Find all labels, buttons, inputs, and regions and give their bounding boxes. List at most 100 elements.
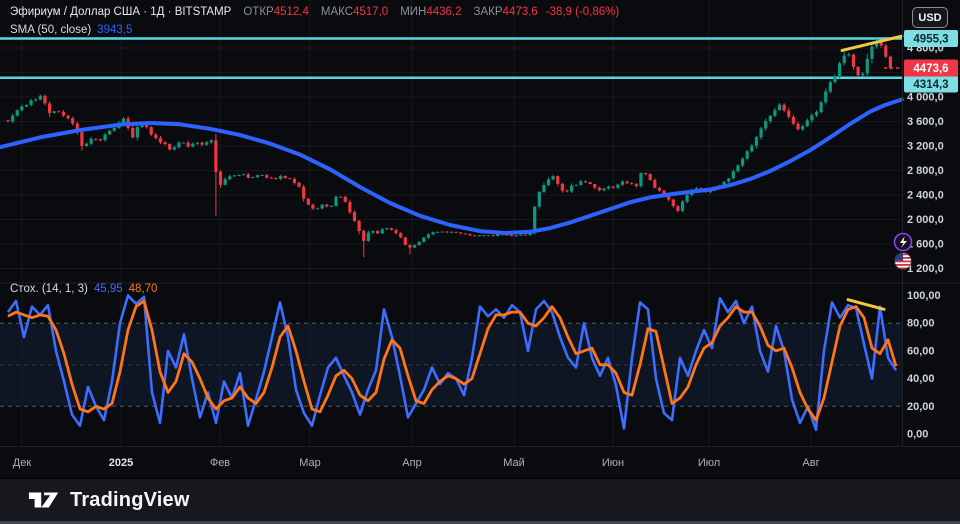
candle-body	[533, 207, 536, 232]
price-tick-label: 4 000,0	[907, 92, 944, 104]
candle-body	[787, 110, 790, 116]
candle-body	[870, 47, 873, 59]
candle-body	[316, 208, 319, 209]
candle-body	[311, 205, 314, 209]
candle-body	[242, 174, 245, 175]
candle-body	[247, 174, 250, 177]
candle-body	[649, 174, 652, 180]
candle-body	[334, 197, 337, 206]
candle-body	[71, 118, 74, 123]
candle-body	[570, 186, 573, 192]
sma-value: 3943,5	[97, 24, 132, 36]
candle-body	[686, 195, 689, 202]
sma-label[interactable]: SMA (50, close)	[10, 24, 91, 36]
stoch-tick-label: 0,00	[907, 429, 928, 441]
candle-body	[224, 179, 227, 185]
time-tick-label: Авг	[802, 457, 819, 469]
candle-body	[261, 175, 264, 176]
candle-body	[783, 105, 786, 111]
candle-body	[478, 235, 481, 236]
time-tick-label: Июн	[602, 457, 624, 469]
candle-body	[445, 232, 448, 233]
candle-body	[847, 55, 850, 56]
current-price-label-text: 4473,6	[913, 63, 948, 75]
stoch-tick-label: 40,00	[907, 373, 935, 385]
candle-body	[325, 205, 328, 207]
candle-body	[358, 221, 361, 231]
price-tick-label: 3 200,0	[907, 141, 944, 153]
candle-body	[348, 202, 351, 212]
candle-body	[131, 128, 134, 137]
currency-usd-button[interactable]: USD	[912, 7, 948, 28]
candle-body	[727, 178, 730, 181]
candle-body	[367, 233, 370, 241]
stoch-tick-label: 20,00	[907, 401, 935, 413]
price-tick-label: 2 000,0	[907, 214, 944, 226]
candle-body	[468, 234, 471, 235]
candle-body	[436, 232, 439, 233]
candle-body	[658, 188, 661, 191]
candle-body	[736, 166, 739, 172]
candle-body	[635, 184, 638, 186]
tradingview-logo[interactable]: TradingView	[28, 488, 190, 512]
candle-body	[598, 188, 601, 191]
candle-body	[297, 183, 300, 187]
candle-body	[459, 232, 462, 233]
candle-body	[792, 117, 795, 124]
candle-body	[838, 63, 841, 76]
candle-body	[210, 140, 213, 142]
candle-body	[57, 111, 60, 112]
candle-body	[455, 232, 458, 233]
candle-body	[616, 185, 619, 188]
candle-body	[43, 96, 46, 104]
candle-body	[519, 235, 522, 236]
chart-canvas[interactable]: 4 800,04 000,03 600,03 200,02 800,02 400…	[0, 0, 960, 524]
stoch-tick-label: 80,00	[907, 318, 935, 330]
stoch-legend: Стох. (14, 1, 3) 45,95 48,70	[10, 283, 157, 295]
stoch-d-value: 48,70	[129, 283, 158, 295]
candle-body	[251, 177, 254, 178]
flag-stripe	[894, 261, 912, 263]
candle-body	[321, 205, 324, 209]
candle-body	[621, 182, 624, 185]
candle-body	[764, 121, 767, 128]
candle-body	[732, 171, 735, 178]
low-label: МИН	[400, 6, 426, 18]
candle-body	[307, 199, 310, 205]
high-label: МАКС	[321, 6, 353, 18]
candle-body	[796, 124, 799, 130]
candle-body	[413, 245, 416, 247]
symbol-title[interactable]: Эфириум / Доллар США · 1Д · BITSTAMP	[10, 6, 231, 18]
price-tick-label: 2 400,0	[907, 190, 944, 202]
high-value: 4517,0	[353, 6, 388, 18]
candle-body	[103, 134, 106, 140]
candle-body	[385, 228, 388, 229]
candle-body	[759, 128, 762, 137]
candle-body	[542, 185, 545, 192]
stoch-k-value: 45,95	[94, 283, 123, 295]
stoch-label[interactable]: Стох. (14, 1, 3)	[10, 283, 88, 295]
candle-body	[612, 187, 615, 188]
candle-body	[579, 181, 582, 185]
stoch-tick-label: 60,00	[907, 345, 935, 357]
candle-body	[482, 235, 485, 236]
candle-body	[404, 237, 407, 245]
candle-body	[681, 202, 684, 211]
candle-body	[237, 175, 240, 176]
candle-body	[575, 185, 578, 186]
time-tick-label: Фев	[210, 457, 230, 469]
candle-body	[394, 230, 397, 233]
candle-body	[464, 234, 467, 235]
candle-body	[639, 173, 642, 186]
candle-body	[136, 127, 139, 137]
candle-body	[376, 231, 379, 233]
candle-body	[256, 175, 259, 177]
time-tick-label: Дек	[13, 457, 32, 469]
candle-body	[353, 212, 356, 221]
candle-body	[191, 144, 194, 147]
stoch-tick-label: 100,00	[907, 290, 941, 302]
candle-body	[168, 144, 171, 150]
candle-body	[556, 176, 559, 184]
candle-body	[552, 176, 555, 179]
candle-body	[108, 131, 111, 135]
